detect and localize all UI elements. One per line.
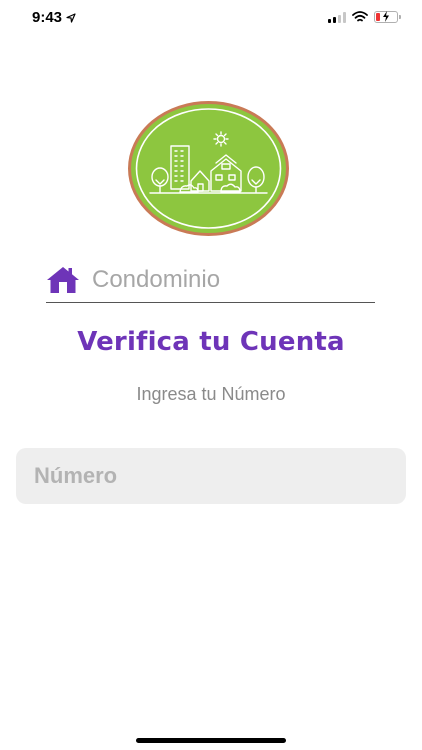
number-input[interactable]: Número [34, 463, 117, 489]
cellular-signal-icon [328, 11, 346, 23]
condominio-field[interactable]: Condominio [46, 257, 375, 303]
status-icons [328, 11, 401, 23]
location-arrow-icon [66, 12, 76, 23]
condominium-city-logo [128, 101, 289, 236]
status-time: 9:43 [32, 9, 63, 26]
wifi-icon [352, 11, 368, 22]
home-indicator[interactable] [136, 738, 286, 743]
status-bar: 9:43 [0, 0, 422, 40]
status-time-group: 9:43 [32, 9, 76, 26]
condominio-input[interactable]: Condominio [92, 266, 362, 294]
page-title: Verifica tu Cuenta [77, 327, 345, 357]
battery-charging-icon [374, 11, 401, 23]
number-field[interactable]: Número [16, 448, 406, 504]
home-icon [47, 266, 79, 293]
page-subtitle: Ingresa tu Número [136, 384, 286, 404]
